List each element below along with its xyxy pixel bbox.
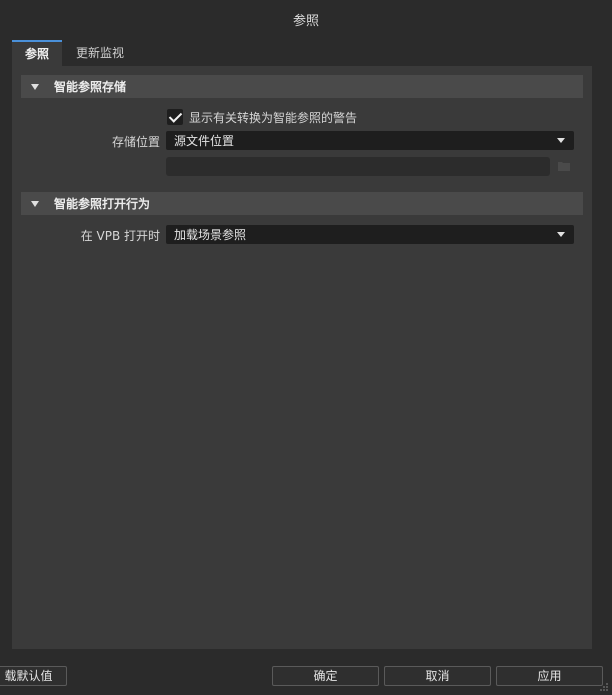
- on-open-value: 加载场景参照: [174, 228, 247, 242]
- storage-location-dropdown[interactable]: 源文件位置: [166, 131, 574, 150]
- chevron-down-icon: [557, 232, 565, 237]
- storage-location-label: 存储位置: [111, 135, 160, 149]
- chevron-down-icon: [557, 138, 565, 143]
- dialog-title: 参照: [292, 14, 319, 29]
- tab-references[interactable]: 参照: [12, 40, 62, 66]
- on-open-label: 在 VPB 打开时: [80, 229, 160, 243]
- storage-location-value: 源文件位置: [174, 134, 235, 148]
- collapse-triangle-icon: [31, 83, 39, 90]
- reset-defaults-button[interactable]: 载默认值: [0, 666, 67, 686]
- ok-button[interactable]: 确定: [272, 666, 379, 686]
- section-header-smart-reference-open-behavior[interactable]: 智能参照打开行为: [21, 192, 583, 215]
- tab-content-panel: 智能参照存储 显示有关转换为智能参照的警告 存储位置 源文件位置 智能参照打开行…: [12, 66, 592, 649]
- cancel-button[interactable]: 取消: [384, 666, 491, 686]
- on-open-dropdown[interactable]: 加载场景参照: [166, 225, 574, 244]
- storage-path-field[interactable]: [166, 157, 550, 176]
- warning-checkbox-row[interactable]: 显示有关转换为智能参照的警告: [167, 108, 357, 126]
- section-title: 智能参照存储: [54, 80, 127, 94]
- warning-checkbox-label: 显示有关转换为智能参照的警告: [189, 110, 358, 125]
- collapse-triangle-icon: [31, 200, 39, 207]
- resize-grip-icon[interactable]: [599, 682, 609, 692]
- apply-button[interactable]: 应用: [496, 666, 603, 686]
- section-header-smart-reference-storage[interactable]: 智能参照存储: [21, 75, 583, 98]
- folder-icon[interactable]: [558, 161, 570, 171]
- warning-checkbox[interactable]: [167, 109, 183, 125]
- section-title: 智能参照打开行为: [54, 197, 151, 211]
- tab-update-monitor[interactable]: 更新监视: [68, 40, 132, 66]
